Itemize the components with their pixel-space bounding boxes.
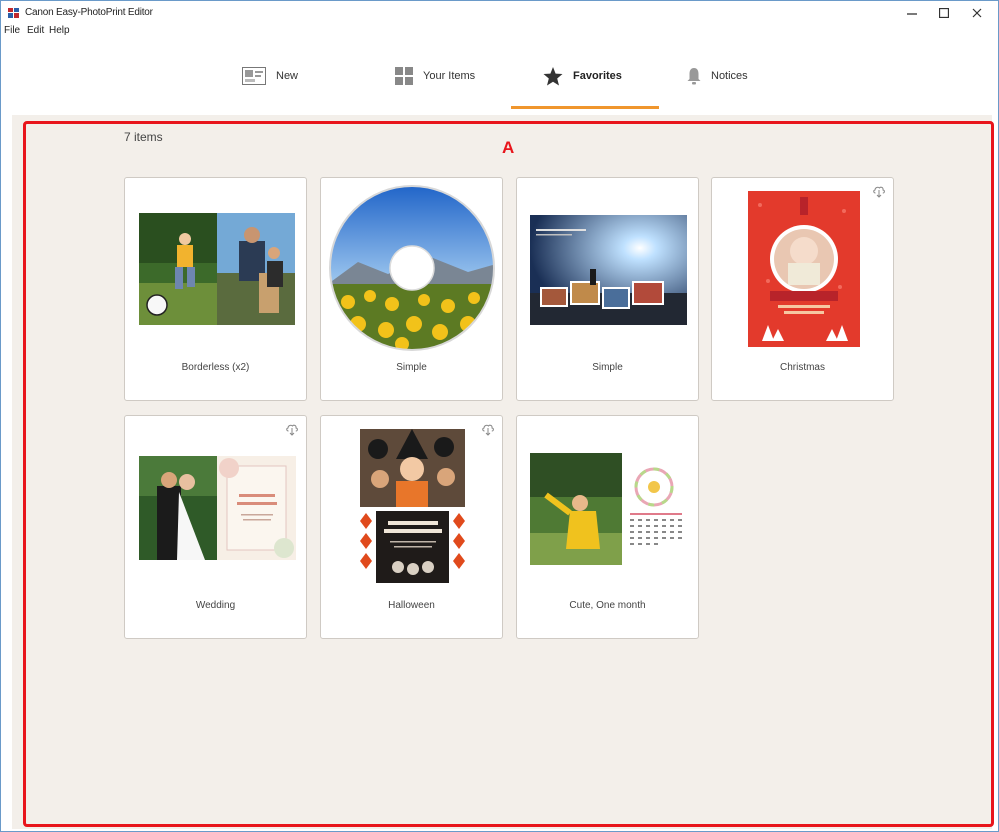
close-button[interactable] xyxy=(962,3,992,23)
grid-icon xyxy=(395,67,413,85)
minimize-icon xyxy=(907,13,917,15)
tab-new-label: New xyxy=(276,70,299,82)
tab-your-items[interactable]: Your Items xyxy=(395,41,505,111)
tab-favorites-label: Favorites xyxy=(573,70,622,82)
active-tab-indicator xyxy=(511,106,659,109)
app-window: Canon Easy-PhotoPrint Editor File Edit H… xyxy=(0,0,999,832)
menu-file[interactable]: File xyxy=(4,25,20,36)
window-title: Canon Easy-PhotoPrint Editor xyxy=(25,7,153,18)
maximize-icon xyxy=(939,8,949,18)
menu-help[interactable]: Help xyxy=(49,25,70,36)
tab-new[interactable]: New xyxy=(242,41,322,111)
menu-edit[interactable]: Edit xyxy=(27,25,44,36)
minimize-button[interactable] xyxy=(897,3,927,23)
menu-bar: File Edit Help xyxy=(1,25,998,39)
annotation-box-a xyxy=(23,121,994,827)
maximize-button[interactable] xyxy=(929,3,959,23)
app-logo-icon xyxy=(8,8,19,18)
bell-icon xyxy=(687,68,701,85)
annotation-label-a: A xyxy=(502,138,515,157)
star-icon xyxy=(543,66,563,85)
close-icon xyxy=(972,8,982,18)
tab-bar: New Your Items Favorites Notices xyxy=(1,41,998,111)
tab-notices[interactable]: Notices xyxy=(687,41,787,111)
new-icon xyxy=(242,67,266,85)
tab-notices-label: Notices xyxy=(711,70,748,82)
tab-favorites[interactable]: Favorites xyxy=(511,41,659,111)
title-bar: Canon Easy-PhotoPrint Editor xyxy=(1,1,998,25)
tab-your-items-label: Your Items xyxy=(423,70,476,82)
